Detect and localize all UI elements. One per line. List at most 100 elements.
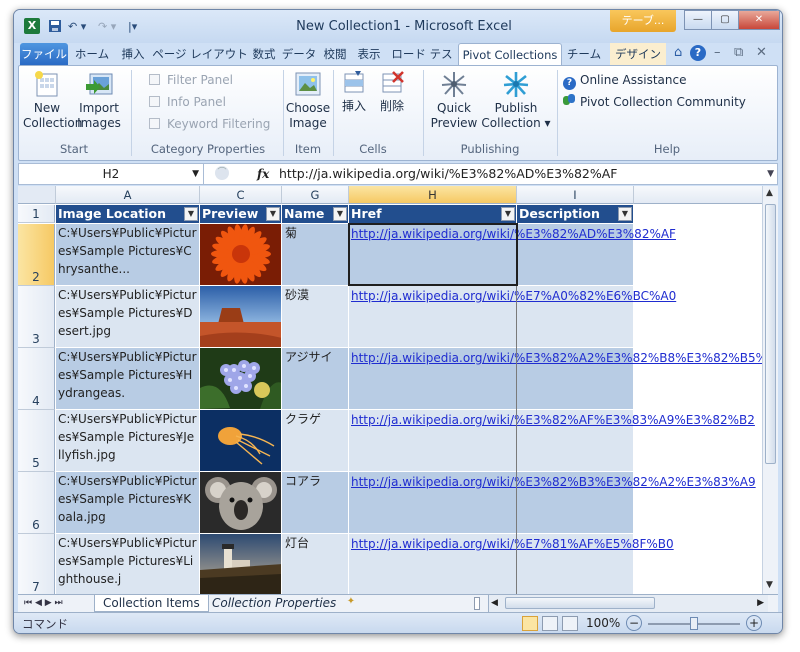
row-header-1[interactable]: 1	[18, 205, 55, 223]
redo-button[interactable]: ↷ ▾	[98, 19, 116, 35]
formula-expand-chevron-icon[interactable]: ▼	[767, 164, 774, 184]
horizontal-scroll-thumb[interactable]	[505, 597, 655, 609]
column-header-h[interactable]: H	[349, 186, 517, 204]
name-cell[interactable]: クラゲ	[282, 410, 349, 472]
filter-panel-checkbox[interactable]: Filter Panel	[149, 72, 233, 88]
chevron-down-icon[interactable]: ▼	[192, 164, 199, 184]
header-description[interactable]: Description ▼	[517, 205, 634, 223]
chrysanthemum-thumbnail[interactable]	[200, 224, 281, 285]
column-header-i[interactable]: I	[517, 186, 634, 204]
sheet-tab-collection-properties[interactable]: Collection Properties	[204, 595, 344, 612]
close-button[interactable]: ✕	[738, 10, 780, 30]
row-header[interactable]: 2	[18, 224, 55, 286]
tab-data[interactable]: データ	[280, 43, 318, 65]
desert-thumbnail[interactable]	[200, 286, 281, 347]
delete-cells-button[interactable]: 削除	[375, 68, 409, 114]
tab-page-layout[interactable]: ページ レイアウト	[152, 43, 248, 65]
info-panel-checkbox[interactable]: Info Panel	[149, 94, 226, 110]
scroll-left-icon[interactable]: ◀	[491, 595, 498, 612]
header-name[interactable]: Name ▼	[282, 205, 349, 223]
publish-collection-button[interactable]: Publish Collection ▾	[481, 68, 551, 131]
keyword-filtering-checkbox[interactable]: Keyword Filtering	[149, 116, 270, 132]
formula-bar-expand-icon[interactable]: ⌒	[215, 166, 229, 180]
koala-thumbnail[interactable]	[200, 472, 281, 533]
zoom-level[interactable]: 100%	[586, 616, 620, 630]
name-cell[interactable]: 砂漠	[282, 286, 349, 348]
horizontal-scrollbar[interactable]: ◀ ▶	[488, 595, 768, 612]
tab-view[interactable]: 表示	[352, 43, 386, 65]
hydrangeas-thumbnail[interactable]	[200, 348, 281, 409]
header-href[interactable]: Href ▼	[349, 205, 517, 223]
minimize-ribbon-icon[interactable]: ⌂	[674, 45, 682, 61]
tab-pivot-collections[interactable]: Pivot Collections	[458, 43, 562, 65]
workbook-restore-button[interactable]: ⧉	[734, 45, 743, 61]
image-location-cell[interactable]: C:¥Users¥Public¥Pictures¥Sample Pictures…	[56, 224, 200, 286]
maximize-button[interactable]: ▢	[711, 10, 739, 30]
href-link[interactable]: http://ja.wikipedia.org/wiki/%E7%81%AF%E…	[351, 536, 762, 552]
zoom-in-button[interactable]: +	[746, 615, 762, 631]
tab-review[interactable]: 校閲	[318, 43, 352, 65]
row-header[interactable]: 5	[18, 410, 55, 472]
preview-cell[interactable]	[200, 472, 282, 534]
image-location-cell[interactable]: C:¥Users¥Public¥Pictures¥Sample Pictures…	[56, 410, 200, 472]
choose-image-button[interactable]: Choose Image	[285, 68, 331, 131]
minimize-button[interactable]: —	[684, 10, 712, 30]
scroll-right-icon[interactable]: ▶	[757, 595, 764, 612]
quick-preview-button[interactable]: Quick Preview	[429, 68, 479, 131]
column-header-g[interactable]: G	[282, 186, 349, 204]
normal-view-icon[interactable]	[522, 616, 538, 631]
formula-input[interactable]: http://ja.wikipedia.org/wiki/%E3%82%AD%E…	[279, 164, 618, 184]
scroll-up-icon[interactable]: ▲	[766, 188, 773, 198]
filter-dropdown-icon[interactable]: ▼	[184, 207, 198, 221]
page-layout-view-icon[interactable]	[542, 616, 558, 631]
preview-cell[interactable]	[200, 534, 282, 594]
header-image-location[interactable]: Image Location ▼	[56, 205, 200, 223]
tab-team[interactable]: チーム	[564, 43, 604, 65]
qat-customize-button[interactable]: |▾	[128, 19, 137, 35]
worksheet-grid[interactable]: A C G H I 1 Image Location ▼ Preview ▼ Nam…	[18, 186, 762, 594]
row-header[interactable]: 7	[18, 534, 55, 594]
select-all-corner[interactable]	[18, 186, 56, 204]
image-location-cell[interactable]: C:¥Users¥Public¥Pictures¥Sample Pictures…	[56, 286, 200, 348]
lighthouse-thumbnail[interactable]	[200, 534, 281, 594]
filter-dropdown-icon[interactable]: ▼	[618, 207, 632, 221]
table-tools-context-tab[interactable]: テーブ...	[610, 10, 676, 32]
workbook-close-button[interactable]: ✕	[756, 45, 767, 61]
help-icon[interactable]: ?	[690, 45, 706, 61]
name-cell[interactable]: 菊	[282, 224, 349, 286]
preview-cell[interactable]	[200, 286, 282, 348]
header-preview[interactable]: Preview ▼	[200, 205, 282, 223]
image-location-cell[interactable]: C:¥Users¥Public¥Pictures¥Sample Pictures…	[56, 472, 200, 534]
filter-dropdown-icon[interactable]: ▼	[266, 207, 280, 221]
filter-dropdown-icon[interactable]: ▼	[501, 207, 515, 221]
insert-function-icon[interactable]: fx	[257, 164, 269, 184]
name-cell[interactable]: アジサイ	[282, 348, 349, 410]
row-header[interactable]: 6	[18, 472, 55, 534]
split-handle-icon[interactable]	[474, 597, 480, 610]
undo-button[interactable]: ↶ ▾	[68, 19, 86, 35]
community-link[interactable]: Pivot Collection Community	[563, 94, 746, 110]
zoom-slider-thumb[interactable]	[690, 617, 698, 630]
preview-cell[interactable]	[200, 348, 282, 410]
preview-cell[interactable]	[200, 224, 282, 286]
save-icon[interactable]	[48, 19, 62, 35]
filter-dropdown-icon[interactable]: ▼	[333, 207, 347, 221]
excel-app-icon[interactable]: X	[24, 18, 40, 34]
vertical-scroll-thumb[interactable]	[765, 204, 776, 464]
page-break-preview-icon[interactable]	[562, 616, 578, 631]
sheet-nav-icons[interactable]: ⏮ ◀ ▶ ⏭	[24, 595, 63, 612]
sheet-tab-collection-items[interactable]: Collection Items	[94, 595, 209, 612]
column-header-a[interactable]: A	[56, 186, 200, 204]
row-header[interactable]: 4	[18, 348, 55, 410]
tab-formulas[interactable]: 数式	[248, 43, 280, 65]
href-link[interactable]: http://ja.wikipedia.org/wiki/%E3%82%AF%E…	[351, 412, 762, 428]
tab-home[interactable]: ホーム	[70, 43, 114, 65]
active-cell-h2[interactable]	[348, 223, 518, 286]
href-link[interactable]: http://ja.wikipedia.org/wiki/%E3%82%A2%E…	[351, 350, 762, 366]
href-link[interactable]: http://ja.wikipedia.org/wiki/%E3%82%B3%E…	[351, 474, 762, 490]
tab-design[interactable]: デザイン	[610, 43, 666, 65]
preview-cell[interactable]	[200, 410, 282, 472]
tab-file[interactable]: ファイル	[20, 43, 68, 65]
name-cell[interactable]: コアラ	[282, 472, 349, 534]
insert-cells-button[interactable]: 挿入	[337, 68, 371, 114]
